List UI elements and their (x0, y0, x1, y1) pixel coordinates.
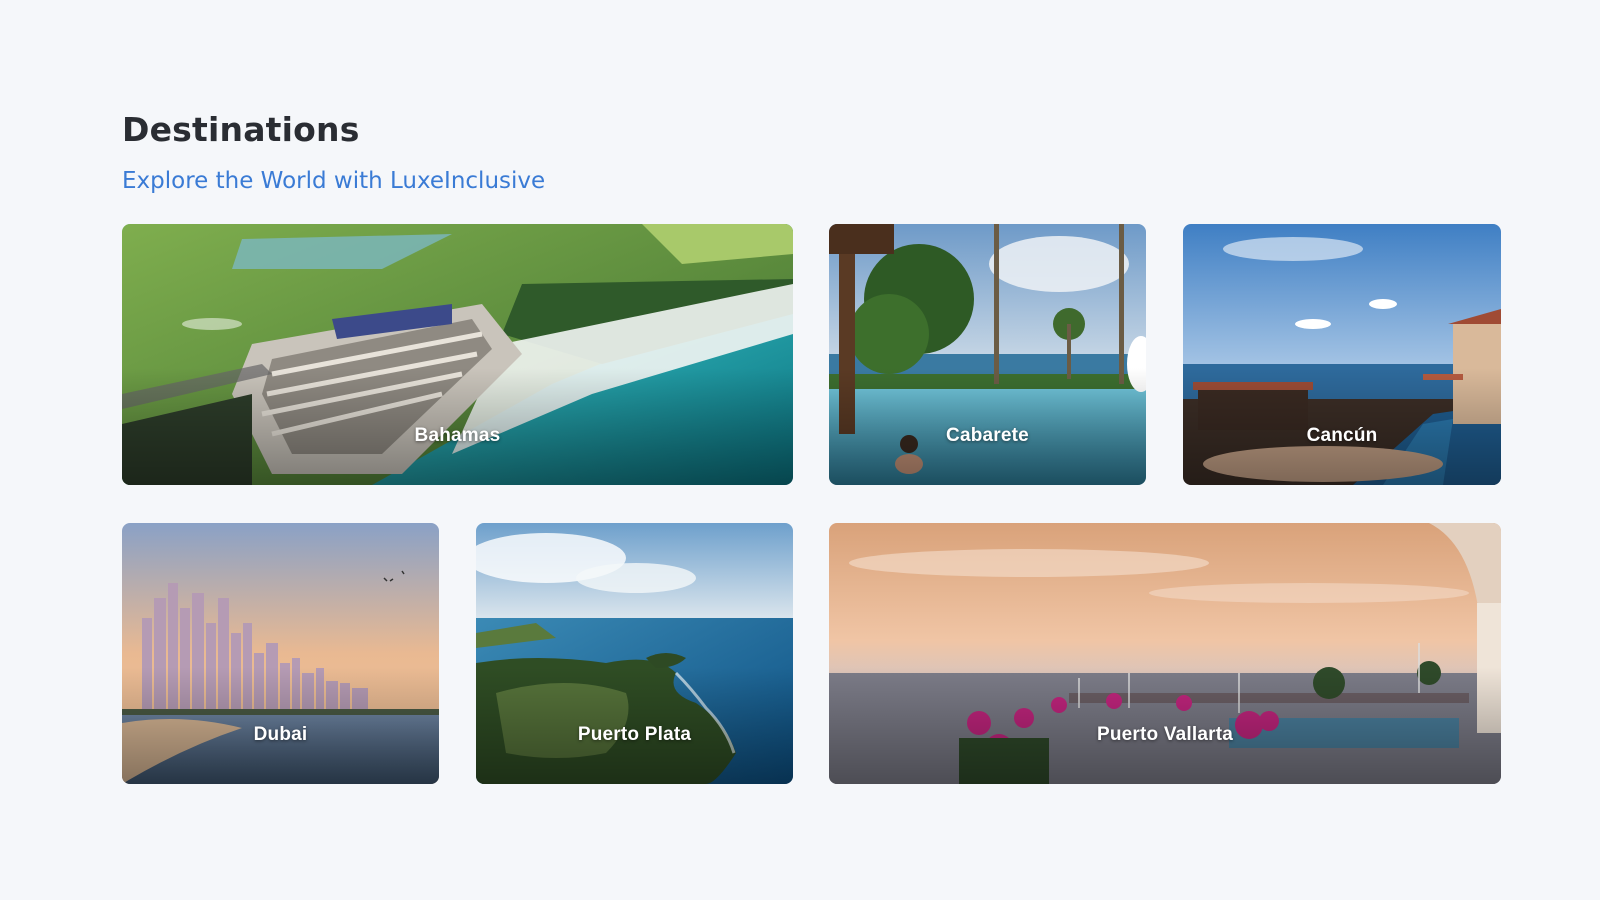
destinations-grid: Bahamas Cabarete Cancún Dubai Puerto Pla… (122, 224, 1502, 784)
destinations-header: Destinations Explore the World with Luxe… (122, 110, 1502, 196)
section-subtitle: Explore the World with LuxeInclusive (122, 168, 546, 194)
destination-card-puerto-plata[interactable]: Puerto Plata (476, 523, 793, 784)
destination-card-cabarete[interactable]: Cabarete (829, 224, 1146, 485)
destination-card-cancun[interactable]: Cancún (1183, 224, 1501, 485)
destination-label: Cancún (1306, 424, 1378, 446)
destination-label: Puerto Plata (577, 723, 692, 745)
destination-label: Puerto Vallarta (1096, 723, 1234, 745)
destination-label: Cabarete (946, 424, 1029, 446)
destination-card-puerto-vallarta[interactable]: Puerto Vallarta (829, 523, 1501, 784)
destination-label: Bahamas (414, 424, 501, 446)
destination-card-dubai[interactable]: Dubai (122, 523, 439, 784)
destination-card-bahamas[interactable]: Bahamas (122, 224, 793, 485)
section-title: Destinations (122, 110, 360, 149)
destination-label: Dubai (253, 723, 308, 745)
